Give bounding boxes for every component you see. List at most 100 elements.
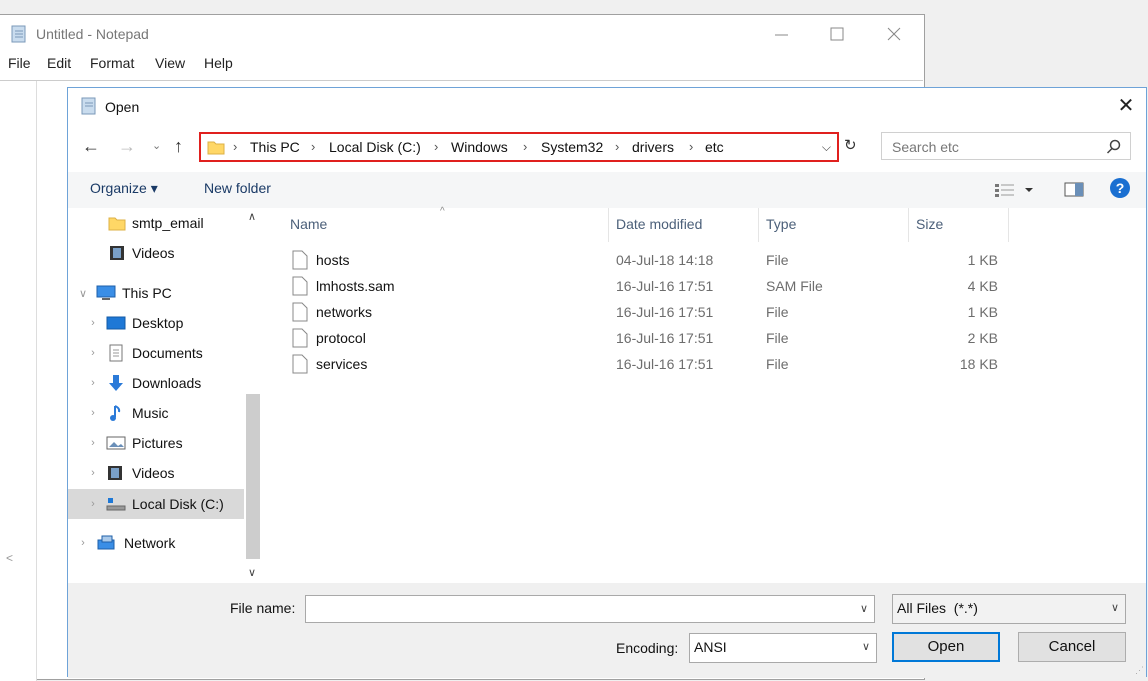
breadcrumb-separator: › xyxy=(233,139,238,154)
scroll-down-icon[interactable]: ∨ xyxy=(248,566,256,579)
resize-grip-icon[interactable]: ⋰ xyxy=(1135,665,1144,676)
menu-file[interactable]: File xyxy=(8,55,31,71)
breadcrumb-separator: › xyxy=(615,139,620,154)
dialog-icon xyxy=(80,97,98,115)
table-row[interactable]: lmhosts.sam 16-Jul-16 17:51 SAM File 4 K… xyxy=(268,274,1008,300)
encoding-select[interactable]: ANSI ∨ xyxy=(689,633,877,663)
expand-chevron-icon[interactable]: › xyxy=(86,407,100,419)
column-header-name[interactable]: Name xyxy=(290,216,327,232)
expand-chevron-icon[interactable]: ∨ xyxy=(76,287,90,300)
close-icon[interactable]: ✕ xyxy=(1116,96,1136,116)
table-row[interactable]: networks 16-Jul-16 17:51 File 1 KB xyxy=(268,300,1008,326)
videos-icon xyxy=(106,465,126,481)
menu-format[interactable]: Format xyxy=(90,55,134,71)
column-header-type[interactable]: Type xyxy=(766,216,796,232)
notepad-edit-strip: < xyxy=(0,81,37,681)
refresh-icon[interactable]: ↻ xyxy=(844,136,864,156)
column-divider[interactable] xyxy=(1008,208,1009,242)
open-button[interactable]: Open xyxy=(892,632,1000,662)
column-divider[interactable] xyxy=(608,208,609,242)
command-bar: Organize ▾ New folder ? xyxy=(68,172,1146,208)
nav-item-documents[interactable]: › Documents xyxy=(86,340,203,366)
expand-chevron-icon[interactable]: › xyxy=(86,317,100,329)
notepad-title: Untitled - Notepad xyxy=(36,26,149,42)
expand-chevron-icon[interactable]: › xyxy=(86,467,100,479)
nav-item-desktop[interactable]: › Desktop xyxy=(86,310,183,336)
chevron-down-icon[interactable]: ∨ xyxy=(862,640,870,653)
file-name: protocol xyxy=(316,330,366,346)
expand-chevron-icon[interactable]: › xyxy=(86,437,100,449)
menu-view[interactable]: View xyxy=(155,55,185,71)
column-header-date[interactable]: Date modified xyxy=(616,216,702,232)
breadcrumb-separator: › xyxy=(311,139,316,154)
nav-item-pictures[interactable]: › Pictures xyxy=(86,430,182,456)
nav-item-videos-pc[interactable]: › Videos xyxy=(86,460,174,486)
scroll-up-icon[interactable]: ∧ xyxy=(248,210,256,223)
nav-item-local-disk[interactable]: › Local Disk (C:) xyxy=(68,489,244,519)
notepad-icon xyxy=(10,25,28,43)
file-name: networks xyxy=(316,304,373,320)
column-header-size[interactable]: Size xyxy=(916,216,943,232)
chevron-down-icon[interactable]: ∨ xyxy=(860,602,868,615)
nav-item-network[interactable]: › Network xyxy=(76,530,175,556)
downloads-icon xyxy=(106,374,126,392)
minimize-icon[interactable] xyxy=(772,25,792,43)
breadcrumb-drivers[interactable]: drivers xyxy=(632,139,674,155)
expand-chevron-icon[interactable]: › xyxy=(86,347,100,359)
expand-chevron-icon[interactable]: › xyxy=(86,498,100,510)
navigation-bar: ← → ⌄ ↑ › This PC › Local Disk (C:) › Wi… xyxy=(68,128,1146,168)
forward-arrow-icon[interactable]: → xyxy=(118,136,136,156)
file-date: 04-Jul-18 14:18 xyxy=(616,252,714,268)
search-icon[interactable] xyxy=(1106,139,1122,155)
up-arrow-icon[interactable]: ↑ xyxy=(174,136,183,156)
address-dropdown-icon[interactable]: ⌵ xyxy=(822,140,831,155)
breadcrumb-windows[interactable]: Windows xyxy=(451,139,508,155)
file-type-filter-select[interactable]: All Files (*.*) ∨ xyxy=(892,594,1126,624)
videos-icon xyxy=(108,245,126,261)
menu-help[interactable]: Help xyxy=(204,55,233,71)
nav-item-smtp-email[interactable]: smtp_email xyxy=(88,210,204,236)
folder-icon xyxy=(207,139,225,155)
view-options-icon[interactable] xyxy=(994,182,1034,198)
breadcrumb-etc[interactable]: etc xyxy=(705,139,724,155)
table-row[interactable]: protocol 16-Jul-16 17:51 File 2 KB xyxy=(268,326,1008,352)
nav-item-downloads[interactable]: › Downloads xyxy=(86,370,201,396)
back-arrow-icon[interactable]: ← xyxy=(82,136,100,156)
scroll-left-icon[interactable]: < xyxy=(6,551,13,565)
chevron-down-icon[interactable]: ∨ xyxy=(1111,601,1119,614)
cancel-button[interactable]: Cancel xyxy=(1018,632,1126,662)
file-type: SAM File xyxy=(766,278,823,294)
address-bar[interactable]: › This PC › Local Disk (C:) › Windows › … xyxy=(199,132,839,162)
table-row[interactable]: services 16-Jul-16 17:51 File 18 KB xyxy=(268,352,1008,378)
navigation-scrollbar[interactable]: ∧ ∨ xyxy=(244,208,262,583)
column-divider[interactable] xyxy=(908,208,909,242)
breadcrumb-system32[interactable]: System32 xyxy=(541,139,603,155)
nav-item-videos[interactable]: Videos xyxy=(88,240,175,266)
expand-chevron-icon[interactable]: › xyxy=(76,537,90,549)
menu-edit[interactable]: Edit xyxy=(47,55,71,71)
file-type: File xyxy=(766,304,789,320)
expand-chevron-icon[interactable]: › xyxy=(86,377,100,389)
file-icon xyxy=(292,328,308,348)
breadcrumb-this-pc[interactable]: This PC xyxy=(250,139,300,155)
help-icon[interactable]: ? xyxy=(1110,178,1130,198)
file-size: 4 KB xyxy=(967,278,998,294)
table-row[interactable]: hosts 04-Jul-18 14:18 File 1 KB xyxy=(268,248,1008,274)
preview-pane-icon[interactable] xyxy=(1064,182,1084,198)
filter-value: All Files (*.*) xyxy=(897,600,978,616)
breadcrumb-local-disk[interactable]: Local Disk (C:) xyxy=(329,139,421,155)
search-box[interactable]: Search etc xyxy=(881,132,1131,160)
filename-input[interactable]: ∨ xyxy=(305,595,875,623)
dialog-title: Open xyxy=(105,99,140,115)
new-folder-button[interactable]: New folder xyxy=(204,180,271,196)
organize-button[interactable]: Organize ▾ xyxy=(90,180,158,197)
recent-locations-chevron-icon[interactable]: ⌄ xyxy=(152,136,161,156)
column-divider[interactable] xyxy=(758,208,759,242)
maximize-icon[interactable] xyxy=(828,25,848,43)
nav-item-this-pc[interactable]: ∨ This PC xyxy=(76,280,172,306)
file-date: 16-Jul-16 17:51 xyxy=(616,278,714,294)
close-icon[interactable] xyxy=(885,25,905,43)
nav-item-music[interactable]: › Music xyxy=(86,400,169,426)
file-icon xyxy=(292,302,308,322)
scrollbar-thumb[interactable] xyxy=(246,394,260,559)
